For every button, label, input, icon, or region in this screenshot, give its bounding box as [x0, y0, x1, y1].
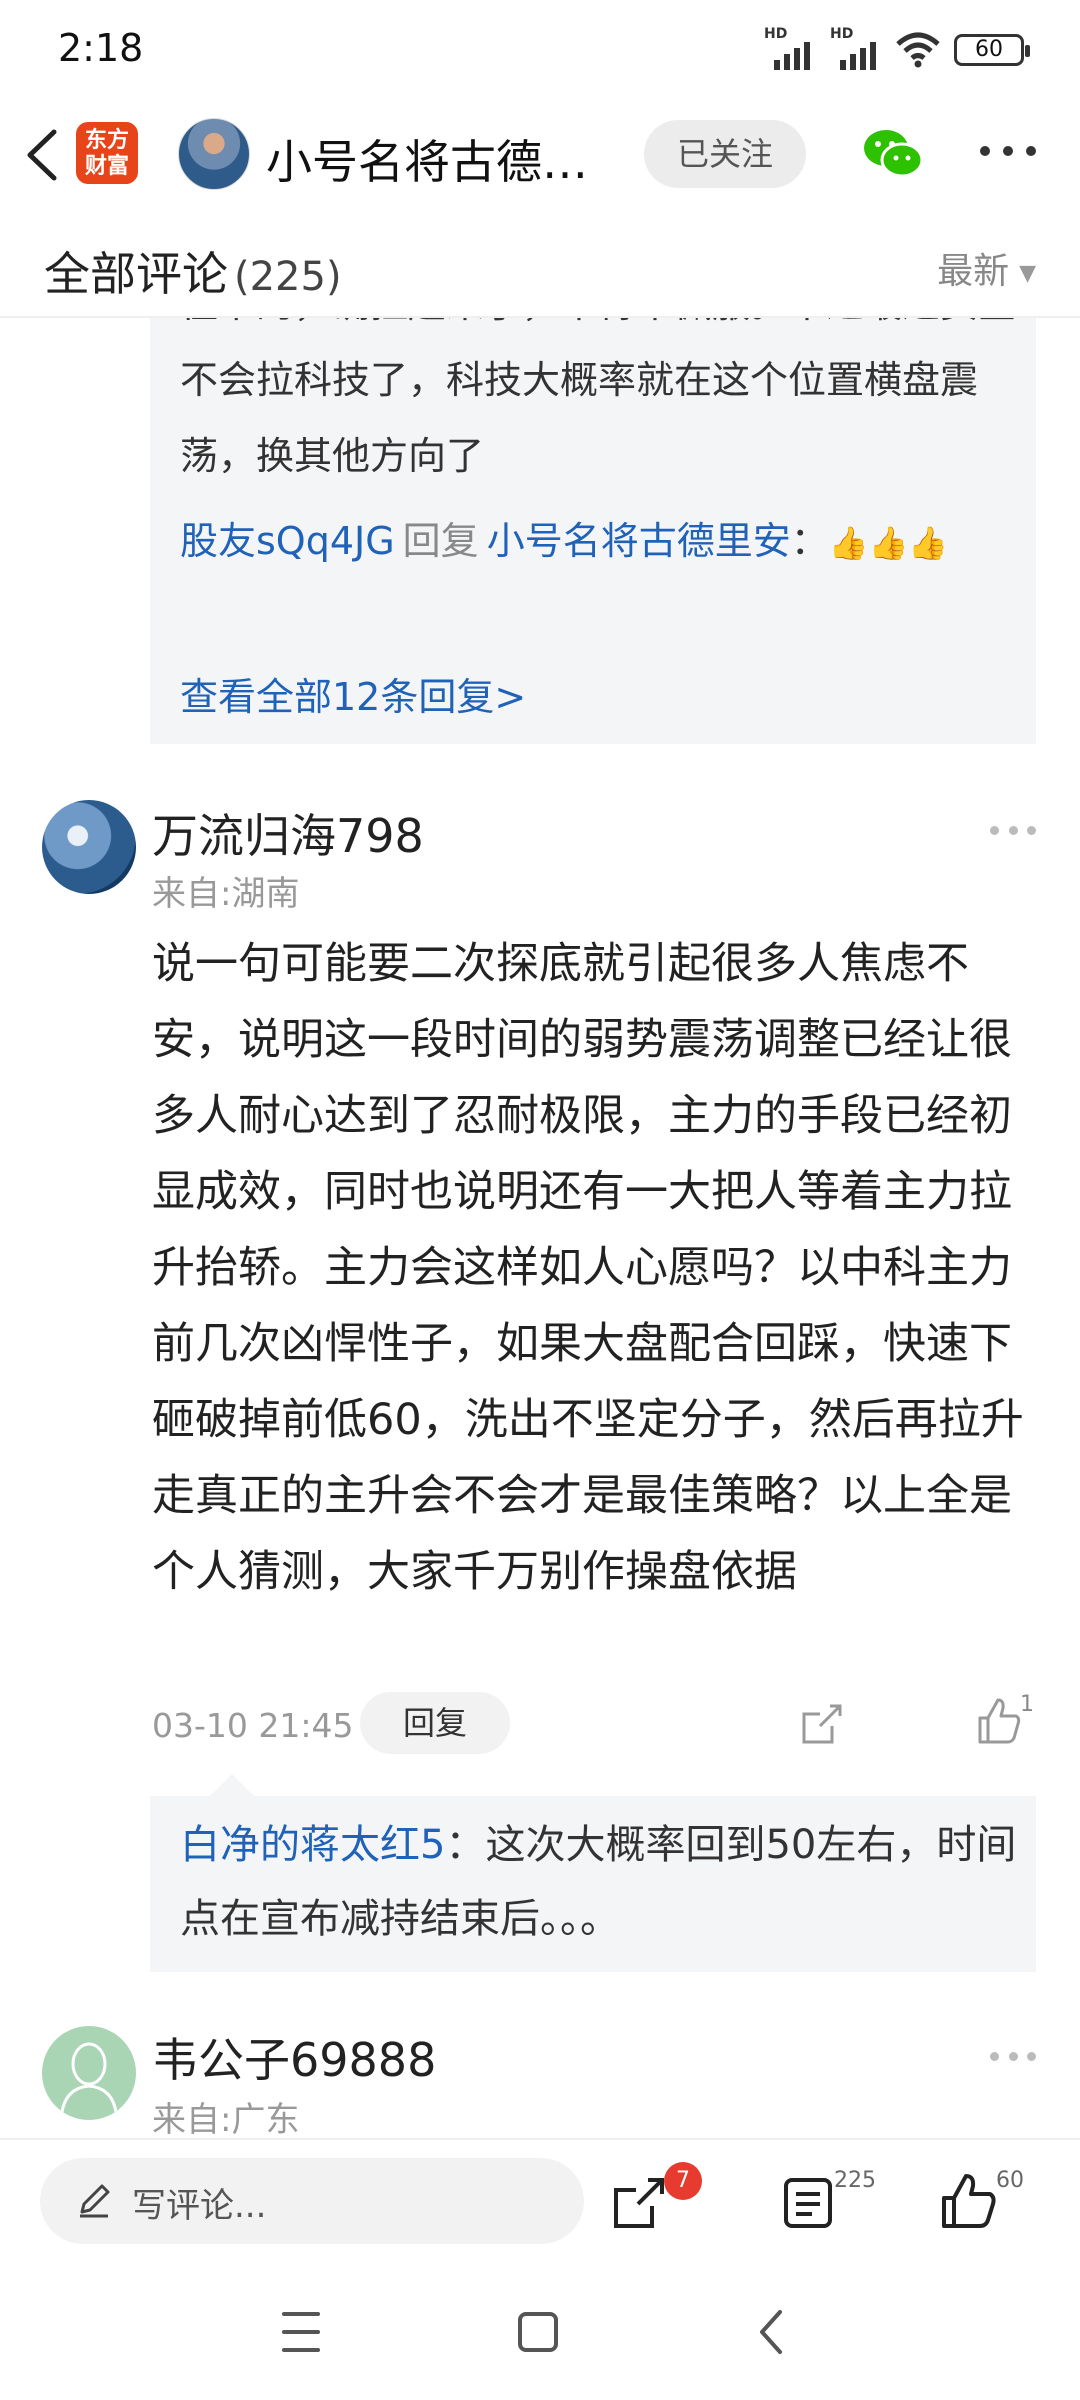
signal-icon: HD — [764, 26, 816, 70]
article-header: 东方 财富 小号名将古德… 已关注 — [0, 100, 1080, 318]
home-icon[interactable] — [518, 2312, 558, 2352]
signal-hd-label: HD — [764, 26, 788, 42]
reply-colon: ： — [790, 519, 829, 563]
likes-total: 60 — [996, 2168, 1024, 2193]
sub-reply-user-link[interactable]: 白净的蒋太红5 — [180, 1822, 445, 1868]
comment-username[interactable]: 万流归海798 — [152, 800, 424, 866]
more-options-icon[interactable] — [980, 146, 1036, 160]
system-nav-bar — [0, 2260, 1080, 2400]
comment-body: 说一句可能要二次探底就引起很多人焦虑不安，说明这一段时间的弱势震荡调整已经让很多… — [152, 939, 1024, 1597]
comment-username[interactable]: 韦公子69888 — [152, 2024, 436, 2090]
view-all-replies-link[interactable]: 查看全部12条回复> — [180, 666, 526, 721]
signal-hd-label: HD — [830, 26, 854, 42]
author-avatar[interactable] — [178, 118, 250, 190]
status-time: 2:18 — [58, 26, 144, 70]
pencil-icon — [80, 2184, 110, 2218]
thumbs-up-icon[interactable] — [940, 2172, 998, 2230]
reply-item: 股友sQq4JG 回复 小号名将古德里安：👍👍👍 — [180, 506, 1020, 578]
sort-dropdown[interactable]: 最新 ▼ — [937, 242, 1036, 294]
comments-section-title: 全部评论 (225) — [44, 247, 342, 301]
comment-date: 03-10 21:45 — [152, 1706, 354, 1745]
comment-placeholder: 写评论... — [132, 2186, 267, 2226]
comments-count: (225) — [234, 254, 342, 300]
sub-reply: 白净的蒋太红5：这次大概率回到50左右，时间点在宣布减持结束后。。。 — [180, 1808, 1020, 1956]
battery-icon: 60 — [954, 34, 1030, 66]
recent-apps-icon[interactable] — [282, 2312, 322, 2352]
reply-text: 往下的，确拉起来了，不得不佩服。不过最近资金不会拉科技了，科技大概率就在这个位置… — [180, 318, 1016, 478]
author-name[interactable]: 小号名将古德… — [266, 126, 588, 192]
status-icons: HD HD 60 — [764, 26, 1030, 70]
sub-reply-box: 白净的蒋太红5：这次大概率回到50左右，时间点在宣布减持结束后。。。 — [150, 1774, 1036, 1972]
back-arrow-icon[interactable] — [18, 124, 68, 186]
reply-button[interactable]: 回复 — [360, 1692, 510, 1754]
status-bar: 2:18 HD HD 60 — [0, 0, 1080, 100]
wechat-share-icon[interactable] — [862, 126, 924, 182]
reply-thread-box: 往下的，确拉起来了，不得不佩服。不过最近资金不会拉科技了，科技大概率就在这个位置… — [150, 318, 1036, 744]
comments-total: 225 — [834, 2168, 876, 2193]
comment-more-icon[interactable] — [990, 2052, 1036, 2064]
eastmoney-logo[interactable]: 东方 财富 — [76, 122, 138, 184]
write-comment-input[interactable]: 写评论... — [40, 2158, 584, 2244]
default-avatar[interactable] — [42, 2026, 136, 2120]
wifi-icon — [896, 32, 940, 68]
reply-target-link[interactable]: 小号名将古德里安 — [487, 519, 791, 563]
signal-icon: HD — [830, 26, 882, 70]
reply-word: 回复 — [402, 519, 479, 563]
thumbs-up-icon[interactable] — [976, 1696, 1022, 1746]
person-silhouette-icon — [60, 2042, 118, 2113]
comment-location: 来自:湖南 — [152, 874, 300, 914]
bottom-action-bar: 写评论... 7 225 60 — [0, 2138, 1080, 2260]
user-avatar[interactable] — [42, 800, 136, 894]
share-icon[interactable] — [612, 2176, 668, 2230]
caret-down-icon: ▼ — [1019, 260, 1036, 286]
like-count: 1 — [1020, 1692, 1034, 1717]
thumbs-up-emoji: 👍👍👍 — [828, 524, 949, 562]
follow-button[interactable]: 已关注 — [644, 120, 806, 188]
share-icon[interactable] — [800, 1702, 844, 1746]
reply-user-link[interactable]: 股友sQq4JG — [180, 519, 395, 563]
comment-more-icon[interactable] — [990, 826, 1036, 838]
share-count-badge: 7 — [664, 2162, 702, 2200]
nav-back-icon[interactable] — [756, 2308, 786, 2356]
comment-location: 来自:广东 — [152, 2100, 300, 2140]
comments-list-icon[interactable] — [782, 2176, 834, 2230]
